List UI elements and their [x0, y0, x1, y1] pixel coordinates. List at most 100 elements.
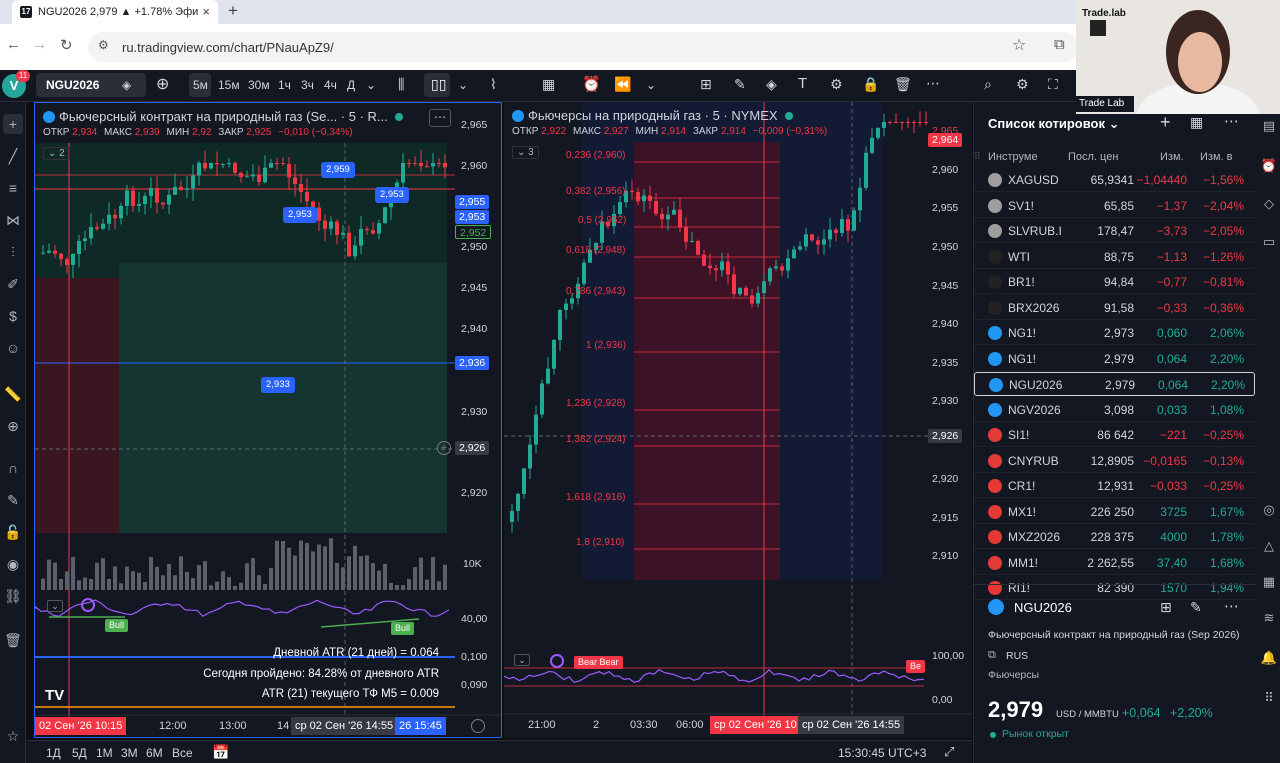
col-last[interactable]: Посл. цен [1068, 151, 1118, 163]
table-view-icon[interactable]: ▦ [1190, 114, 1203, 131]
text-tool-icon[interactable]: T [798, 75, 807, 92]
drag-handle-icon[interactable]: ⠿ [974, 151, 982, 161]
pattern-icon[interactable]: ⋈ [3, 210, 23, 230]
more-icon[interactable]: ⋯ [926, 75, 940, 92]
timeframe-day[interactable]: Д [347, 78, 355, 92]
range-all[interactable]: Все [172, 746, 193, 760]
watchlist-row[interactable]: SI1! 86 642 −221 −0,25% [974, 423, 1255, 447]
watchlist-row[interactable]: MM1! 2 262,55 37,40 1,68% [974, 551, 1255, 575]
more-icon[interactable]: ⋯ [1224, 597, 1239, 615]
bar-replay-icon[interactable]: ⫼ [398, 76, 404, 93]
expand-icon[interactable]: ⤢ [944, 744, 954, 760]
price-chart-left[interactable] [35, 103, 502, 738]
extensions-icon[interactable]: ⧉ [1054, 36, 1065, 53]
compare-symbol-icon[interactable]: ⊕ [156, 74, 169, 94]
lock-icon[interactable]: 🔒 [862, 76, 879, 93]
horizontal-lines-icon[interactable]: ≡ [3, 178, 23, 198]
favorites-star-icon[interactable]: ☆ [3, 726, 23, 746]
eye-icon[interactable]: ◉ [3, 554, 23, 574]
add-symbol-icon[interactable]: + [1160, 112, 1171, 133]
col-change[interactable]: Изм. [1160, 151, 1184, 163]
watchlist-row[interactable]: CNYRUB 12,8905 −0,0165 −0,13% [974, 449, 1255, 473]
chevron-down-icon[interactable]: ⌄ [366, 78, 376, 92]
notifications-icon[interactable]: 🔔 [1260, 650, 1278, 668]
indicators-icon[interactable]: ⌇ [490, 76, 497, 93]
fill-icon[interactable]: ◈ [766, 76, 777, 93]
chart-pane-right[interactable]: Фьючерсы на природный газ · 5 · NYMEX ОТ… [504, 102, 972, 738]
watchlist-row[interactable]: WTI 88,75 −1,13 −1,26% [974, 245, 1255, 269]
target-icon[interactable]: ◎ [1260, 502, 1278, 520]
collapse-indicators-button[interactable]: ⌄ 3 [512, 146, 539, 159]
detail-symbol[interactable]: NGU2026 [1014, 600, 1072, 615]
watchlist-row[interactable]: NG1! 2,979 0,064 2,20% [974, 347, 1255, 371]
pencil-lock-icon[interactable]: ✎ [3, 490, 23, 510]
bookmark-star-icon[interactable]: ☆ [1012, 35, 1026, 55]
timeframe-3h[interactable]: 3ч [301, 78, 314, 92]
apps-grid-icon[interactable]: ⠿ [1260, 690, 1278, 708]
magnet-icon[interactable]: ∩ [3, 458, 23, 478]
range-1d[interactable]: 1Д [46, 746, 61, 760]
emoji-icon[interactable]: ☺ [3, 338, 23, 358]
trend-line-icon[interactable]: ╱ [3, 146, 23, 166]
url-input[interactable]: ⚙ ru.tradingview.com/chart/PNauApZ9/ [88, 32, 1078, 62]
crosshair-icon[interactable]: + [3, 114, 23, 134]
site-settings-icon[interactable]: ⚙ [98, 38, 109, 52]
ideas-icon[interactable]: △ [1260, 538, 1278, 556]
brush-tool-icon[interactable]: ✐ [3, 274, 23, 294]
chevron-down-icon[interactable]: ⌄ [458, 78, 468, 92]
symbol-info-icon[interactable]: ◈ [122, 73, 131, 97]
watchlist-icon[interactable]: ▤ [1260, 118, 1278, 136]
lock-drawings-icon[interactable]: 🔓 [3, 522, 23, 542]
layout-icon[interactable]: ⊞ [700, 76, 712, 93]
range-5d[interactable]: 5Д [72, 746, 87, 760]
range-1m[interactable]: 1М [96, 746, 113, 760]
watchlist-row[interactable]: SV1! 65,85 −1,37 −2,04% [974, 194, 1255, 218]
collapse-pane-button[interactable]: ⌄ [514, 654, 530, 666]
timeframe-15m[interactable]: 15м [218, 78, 240, 92]
layers-icon[interactable]: ◇ [1260, 196, 1278, 214]
add-alert-plus-icon[interactable]: + [437, 441, 451, 455]
settings-icon[interactable]: ⚙ [830, 76, 843, 93]
chart-settings-icon[interactable] [471, 719, 485, 733]
collapse-pane-button[interactable]: ⌄ [47, 600, 63, 612]
ruler-icon[interactable]: 📏 [3, 384, 23, 404]
more-icon[interactable]: ⋯ [1224, 112, 1239, 130]
calendar-icon[interactable]: ▦ [1260, 574, 1278, 592]
timeframe-30m[interactable]: 30м [248, 78, 270, 92]
link-icon[interactable]: ⛓ [3, 586, 23, 606]
price-chart-right[interactable] [504, 102, 972, 738]
hotlists-icon[interactable]: ≋ [1260, 610, 1278, 628]
oscillator-settings-icon[interactable] [81, 598, 95, 612]
alert-icon[interactable]: ⏰ [582, 75, 601, 93]
date-range-calendar-icon[interactable]: 📅 [212, 744, 229, 761]
symbol-search-button[interactable]: NGU2026 ◈ [36, 73, 146, 97]
grid-icon[interactable]: ⊞ [1160, 599, 1172, 616]
price-note-bubble[interactable]: 2,959 [321, 162, 355, 178]
reload-icon[interactable]: ↻ [60, 36, 73, 54]
chevron-down-icon[interactable]: ⌄ [646, 78, 656, 92]
timeframe-1h[interactable]: 1ч [278, 78, 291, 92]
watchlist-row[interactable]: BR1! 94,84 −0,77 −0,81% [974, 270, 1255, 294]
fullscreen-icon[interactable]: ⛶ [1048, 76, 1058, 93]
watchlist-row[interactable]: MXZ2026 228 375 4000 1,78% [974, 525, 1255, 549]
range-6m[interactable]: 6М [146, 746, 163, 760]
timeframe-5m[interactable]: 5м [193, 78, 208, 92]
new-tab-icon[interactable]: + [228, 1, 238, 21]
price-note-bubble[interactable]: 2,953 [375, 187, 409, 203]
watchlist-row[interactable]: BRX2026 91,58 −0,33 −0,36% [974, 296, 1255, 320]
candles-style-button[interactable]: ▯▯ [424, 73, 450, 97]
brush-icon[interactable]: ✎ [734, 76, 746, 93]
replay-icon[interactable]: ⏪ [614, 76, 631, 93]
more-options-button[interactable]: ⋯ [429, 109, 451, 127]
watchlist-title[interactable]: Список котировок ⌄ [988, 116, 1120, 132]
gear-icon[interactable]: ⚙ [1016, 76, 1029, 93]
layout-grid-icon[interactable]: ▦ [542, 76, 555, 93]
fib-icon[interactable]: ⫶ [3, 242, 23, 262]
col-symbol[interactable]: Инструме [988, 151, 1038, 163]
watchlist-row[interactable]: NGU2026 2,979 0,064 2,20% [974, 372, 1255, 396]
watchlist-row[interactable]: NG1! 2,973 0,060 2,06% [974, 321, 1255, 345]
forecast-icon[interactable]: $ [3, 306, 23, 326]
trash-drawings-icon[interactable]: 🗑 [3, 630, 23, 650]
browser-tab[interactable]: 17 NGU2026 2,979 ▲ +1.78% Эфи × [12, 0, 218, 24]
forward-icon[interactable]: → [32, 36, 47, 53]
